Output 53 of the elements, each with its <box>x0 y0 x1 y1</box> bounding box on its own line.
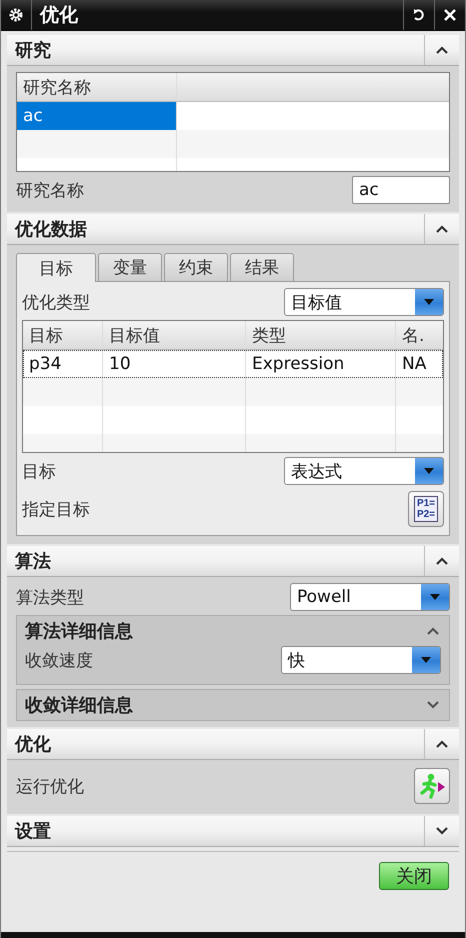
column-header: 目标值 <box>103 321 246 349</box>
dropdown-arrow-icon <box>424 299 434 305</box>
settings-icon[interactable] <box>9 8 23 22</box>
column-header: 研究名称 <box>17 73 177 101</box>
field-label: 算法类型 <box>16 586 84 608</box>
reset-icon[interactable] <box>413 8 425 22</box>
subsection-header[interactable]: 收敛详细信息 <box>17 690 449 720</box>
table-cell[interactable]: ac <box>17 102 177 130</box>
section-title: 研究 <box>14 39 52 62</box>
tab[interactable]: 结果 <box>230 253 294 281</box>
column-header: 名. <box>401 324 426 348</box>
dropdown-arrow-icon <box>424 468 434 474</box>
section-header[interactable]: 算法 <box>7 546 459 577</box>
convergence-speed-dropdown[interactable]: 快 <box>281 646 441 674</box>
tab[interactable]: 目标 <box>16 253 96 282</box>
dropdown-arrow-icon <box>430 594 440 600</box>
field-label: 指定目标 <box>22 498 90 520</box>
caret-icon[interactable] <box>436 225 448 233</box>
subsection-header[interactable]: 算法详细信息 <box>17 616 449 646</box>
section-title: 优化 <box>14 733 52 756</box>
caret-icon[interactable] <box>436 827 448 835</box>
column-header: 类型 <box>246 321 396 349</box>
optimization-type-dropdown[interactable]: 目标值 <box>284 288 444 316</box>
field-label: 目标 <box>22 460 56 482</box>
subsection-title: 算法详细信息 <box>25 620 133 643</box>
run-optimization-button[interactable] <box>414 768 450 804</box>
caret-icon[interactable] <box>436 46 448 54</box>
section-header[interactable]: 优化 <box>7 729 459 760</box>
section-header[interactable]: 设置 <box>7 816 459 847</box>
close-icon[interactable] <box>444 9 456 21</box>
table-cell-text: NA <box>401 353 428 376</box>
close-button[interactable]: 关闭 <box>379 862 449 890</box>
caret-icon[interactable] <box>436 557 448 565</box>
study-name-field[interactable]: ac <box>352 176 450 204</box>
dropdown-arrow-icon <box>421 657 431 663</box>
tab[interactable]: 约束 <box>164 253 228 281</box>
section-title: 设置 <box>14 820 52 843</box>
column-header: 目标 <box>23 321 103 349</box>
objective-dropdown[interactable]: 表达式 <box>284 457 444 485</box>
field-label: 运行优化 <box>16 776 84 798</box>
field-label: 优化类型 <box>22 292 90 314</box>
field-label: 研究名称 <box>16 180 84 202</box>
section-title: 算法 <box>14 550 52 573</box>
tab[interactable]: 变量 <box>98 253 162 281</box>
field-label: 收敛速度 <box>25 650 93 672</box>
section-title: 优化数据 <box>14 218 88 241</box>
subsection-title: 收敛详细信息 <box>25 694 133 717</box>
caret-icon[interactable] <box>436 740 448 748</box>
section-header[interactable]: 研究 <box>7 35 459 66</box>
section-header[interactable]: 优化数据 <box>7 214 459 245</box>
algorithm-type-dropdown[interactable]: Powell <box>290 583 450 611</box>
window-title: 优化 <box>38 3 79 28</box>
specify-objective-button[interactable]: P1= P2= <box>408 491 444 527</box>
